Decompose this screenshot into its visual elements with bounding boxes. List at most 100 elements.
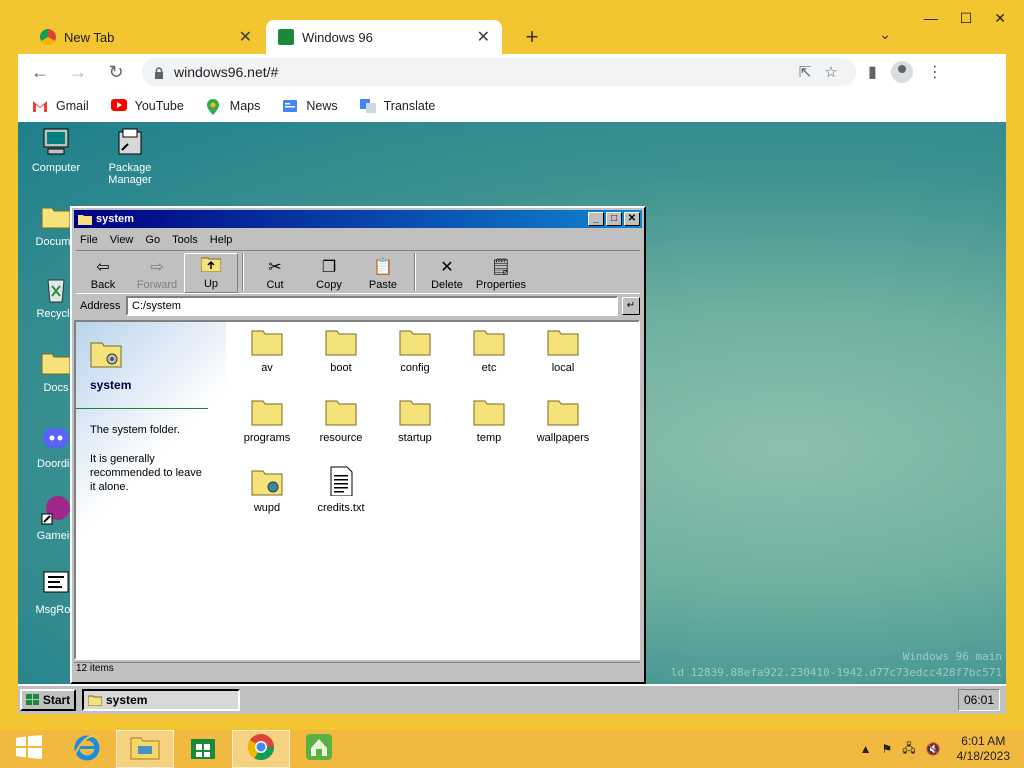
- folder-icon: [547, 326, 579, 356]
- forward-button[interactable]: ⇨ Forward: [130, 253, 184, 293]
- back-button[interactable]: ⇦ Back: [76, 253, 130, 293]
- folder-icon: [40, 346, 72, 378]
- file-label: wupd: [253, 502, 281, 514]
- up-label: Up: [203, 278, 219, 290]
- volume-muted-icon[interactable]: 🔇: [926, 742, 941, 756]
- minimize-icon[interactable]: —: [924, 10, 938, 27]
- windows-start-button[interactable]: [0, 730, 58, 768]
- desktop-icon-computer[interactable]: Computer: [18, 126, 94, 174]
- cut-button[interactable]: ✂ Cut: [248, 253, 302, 293]
- clipboard-icon: 📋: [373, 259, 393, 276]
- explorer-window: system _ □ ✕ File View Go Tools Help ⇦ Ba…: [70, 206, 646, 684]
- menu-tools[interactable]: Tools: [172, 234, 198, 246]
- file-item[interactable]: temp: [454, 396, 524, 444]
- taskbar-item-system[interactable]: system: [82, 689, 240, 711]
- file-item[interactable]: startup: [380, 396, 450, 444]
- folder-icon: [78, 214, 92, 225]
- file-list: av boot config etc local programs resour…: [232, 322, 636, 658]
- file-item[interactable]: wallpapers: [528, 396, 598, 444]
- menu-view[interactable]: View: [110, 234, 134, 246]
- taskbar-ie[interactable]: [58, 730, 116, 768]
- file-item[interactable]: credits.txt: [306, 466, 376, 514]
- bookmark-youtube[interactable]: YouTube: [110, 99, 184, 113]
- close-icon[interactable]: ✕: [994, 10, 1006, 27]
- taskbar-file-explorer[interactable]: [116, 730, 174, 768]
- bookmark-news[interactable]: News: [282, 99, 338, 113]
- network-icon[interactable]: 🖧: [902, 739, 915, 760]
- file-item[interactable]: local: [528, 326, 598, 374]
- bookmark-star-icon[interactable]: ☆: [818, 63, 844, 81]
- scissors-icon: ✂: [268, 259, 282, 276]
- bookmark-translate[interactable]: Translate: [359, 99, 435, 113]
- up-button[interactable]: Up: [184, 253, 238, 293]
- minimize-button[interactable]: _: [588, 212, 604, 226]
- file-item[interactable]: resource: [306, 396, 376, 444]
- profile-avatar[interactable]: [890, 61, 913, 83]
- windows-taskbar: ▲ ⚑ 🖧 🔇 6:01 AM 4/18/2023: [0, 730, 1024, 768]
- folder-icon: [325, 326, 357, 356]
- forward-arrow-icon[interactable]: →: [62, 62, 94, 83]
- back-arrow-icon[interactable]: ←: [24, 62, 56, 83]
- toolbar-separator: [242, 253, 244, 291]
- file-item[interactable]: config: [380, 326, 450, 374]
- toolbar-separator: [414, 253, 416, 291]
- kebab-menu-icon[interactable]: ⋮: [927, 62, 943, 82]
- tab-windows-96[interactable]: Windows 96 ✕: [266, 20, 502, 54]
- internet-explorer-icon: [72, 732, 102, 767]
- url-text: windows96.net/#: [174, 64, 279, 80]
- clock-date: 4/18/2023: [956, 749, 1010, 763]
- taskbar-store[interactable]: [174, 730, 232, 768]
- close-tab-icon[interactable]: ✕: [239, 27, 252, 47]
- system-clock[interactable]: 6:01 AM 4/18/2023: [957, 734, 1010, 764]
- file-item[interactable]: av: [232, 326, 302, 374]
- paste-button[interactable]: 📋 Paste: [356, 253, 410, 293]
- delete-button[interactable]: ✕ Delete: [420, 253, 474, 293]
- taskbar-home-app[interactable]: [290, 730, 348, 768]
- bookmark-label: Maps: [229, 99, 261, 113]
- explorer-content: system The system folder. It is generall…: [74, 320, 640, 660]
- discord-icon: [40, 422, 72, 454]
- lock-icon: [154, 66, 164, 79]
- desktop-icon-package-manager[interactable]: Package Manager: [92, 126, 168, 186]
- close-button[interactable]: ✕: [624, 212, 640, 226]
- new-tab-button[interactable]: +: [518, 24, 546, 50]
- w96-clock: 06:01: [958, 689, 1000, 711]
- taskbar-chrome[interactable]: [232, 730, 290, 768]
- menu-go[interactable]: Go: [145, 234, 160, 246]
- tab-search-icon[interactable]: ⌄: [879, 26, 891, 43]
- side-panel-icon[interactable]: ▮: [868, 62, 877, 82]
- share-icon[interactable]: ⇱: [792, 63, 818, 81]
- maximize-button[interactable]: □: [606, 212, 622, 226]
- close-tab-icon[interactable]: ✕: [477, 27, 490, 47]
- folder-icon: [399, 396, 431, 426]
- action-center-flag-icon[interactable]: ⚑: [882, 742, 893, 756]
- file-label: boot: [330, 362, 352, 374]
- cut-label: Cut: [266, 279, 284, 291]
- show-hidden-icons-icon[interactable]: ▲: [860, 742, 872, 756]
- address-input[interactable]: C:/system: [126, 296, 618, 316]
- start-logo-icon: [25, 694, 40, 706]
- tab-new-tab[interactable]: New Tab ✕: [28, 20, 264, 54]
- bookmark-maps[interactable]: Maps: [206, 99, 261, 115]
- store-icon: [189, 733, 217, 766]
- file-item[interactable]: wupd: [232, 466, 302, 514]
- menu-file[interactable]: File: [80, 234, 98, 246]
- folder-icon: [399, 326, 431, 356]
- windows96-desktop[interactable]: Computer Package Manager Docume Recycle …: [18, 122, 1006, 714]
- file-item[interactable]: programs: [232, 396, 302, 444]
- address-bar[interactable]: windows96.net/# ⇱ ☆: [142, 58, 856, 86]
- bookmark-gmail[interactable]: Gmail: [32, 99, 89, 113]
- file-item[interactable]: boot: [306, 326, 376, 374]
- properties-button[interactable]: 🗒 Properties: [474, 253, 528, 293]
- folder-icon: [87, 695, 103, 706]
- tab-strip: New Tab ✕ Windows 96 ✕ + ⌄: [18, 14, 1006, 54]
- go-arrow-icon[interactable]: ↵: [622, 297, 640, 315]
- copy-button[interactable]: ❐ Copy: [302, 253, 356, 293]
- start-button[interactable]: Start: [20, 689, 76, 711]
- reload-icon[interactable]: ↻: [100, 62, 132, 83]
- file-item[interactable]: etc: [454, 326, 524, 374]
- maximize-icon[interactable]: ☐: [960, 10, 973, 27]
- chrome-icon: [40, 29, 56, 45]
- menu-help[interactable]: Help: [210, 234, 233, 246]
- explorer-titlebar[interactable]: system _ □ ✕: [74, 210, 642, 228]
